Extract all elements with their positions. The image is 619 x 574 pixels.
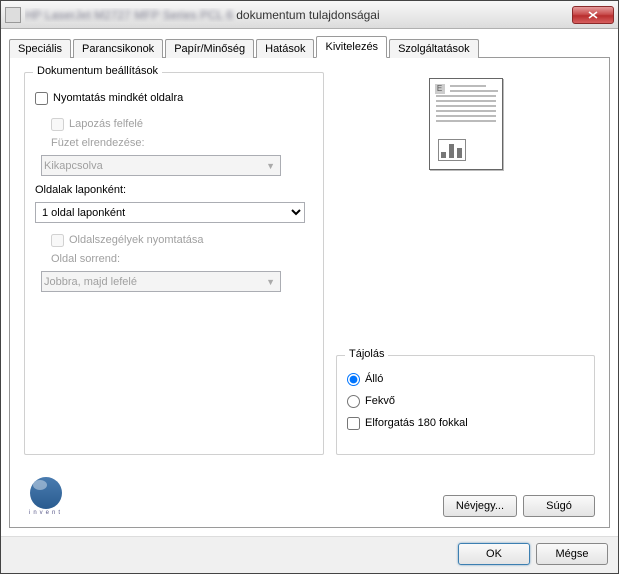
tab-effects[interactable]: Hatások (256, 39, 314, 58)
right-column: E (336, 72, 595, 455)
tab-panel-finishing: Dokumentum beállítások Nyomtatás mindkét… (9, 57, 610, 528)
preview-corner-icon: E (435, 84, 445, 94)
orientation-landscape-label: Fekvő (365, 395, 395, 407)
booklet-select: Kikapcsolva ▼ (41, 155, 281, 176)
panel-bottom-row: invent Névjegy... Súgó (24, 467, 595, 517)
flip-up-label: Lapozás felfelé (69, 118, 143, 130)
page-order-select: Jobbra, majd lefelé ▼ (41, 271, 281, 292)
print-both-sides-row: Nyomtatás mindkét oldalra (35, 89, 313, 107)
flip-up-row: Lapozás felfelé (35, 115, 313, 133)
tab-strip: Speciális Parancsikonok Papír/Minőség Ha… (9, 35, 610, 57)
ok-button[interactable]: OK (458, 543, 530, 565)
page-preview: E (429, 78, 503, 170)
print-borders-row: Oldalszegélyek nyomtatása (35, 231, 313, 249)
rotate180-row: Elforgatás 180 fokkal (347, 414, 584, 432)
booklet-label: Füzet elrendezése: (35, 137, 313, 153)
document-settings-title: Dokumentum beállítások (33, 65, 162, 77)
tab-special[interactable]: Speciális (9, 39, 71, 58)
chevron-down-icon: ▼ (266, 161, 278, 171)
orientation-group: Tájolás Álló Fekvő Elforgatás 180 fokkal (336, 355, 595, 455)
orientation-portrait-label: Álló (365, 373, 383, 385)
tab-finishing[interactable]: Kivitelezés (316, 36, 387, 58)
cancel-button[interactable]: Mégse (536, 543, 608, 565)
orientation-portrait-radio[interactable] (347, 373, 360, 386)
window-title: HP LaserJet M2727 MFP Series PCL 6 dokum… (25, 8, 572, 22)
tab-shortcuts[interactable]: Parancsikonok (73, 39, 163, 58)
print-both-sides-checkbox[interactable] (35, 92, 48, 105)
orientation-title: Tájolás (345, 348, 388, 360)
hp-logo-icon (30, 477, 62, 509)
print-borders-label: Oldalszegélyek nyomtatása (69, 234, 204, 246)
close-button[interactable] (572, 6, 614, 24)
print-borders-checkbox (51, 234, 64, 247)
printer-icon (5, 7, 21, 23)
tab-services[interactable]: Szolgáltatások (389, 39, 479, 58)
hp-logo-text: invent (29, 510, 63, 516)
pages-per-sheet-select[interactable]: 1 oldal laponként (35, 202, 305, 223)
dialog-button-row: OK Mégse (1, 536, 618, 573)
orientation-portrait-row: Álló (347, 370, 584, 388)
preview-chart-icon (438, 139, 466, 161)
rotate180-checkbox[interactable] (347, 417, 360, 430)
page-order-label: Oldal sorrend: (35, 253, 313, 269)
orientation-landscape-row: Fekvő (347, 392, 584, 410)
rotate180-label: Elforgatás 180 fokkal (365, 417, 468, 429)
print-both-sides-label: Nyomtatás mindkét oldalra (53, 92, 183, 104)
chevron-down-icon: ▼ (266, 277, 278, 287)
flip-up-checkbox (51, 118, 64, 131)
tab-paper-quality[interactable]: Papír/Minőség (165, 39, 254, 58)
pages-per-sheet-label: Oldalak laponként: (35, 184, 313, 200)
hp-logo: invent (24, 477, 68, 517)
help-button[interactable]: Súgó (523, 495, 595, 517)
page-preview-wrap: E (336, 72, 595, 351)
content-area: Speciális Parancsikonok Papír/Minőség Ha… (1, 29, 618, 536)
orientation-landscape-radio[interactable] (347, 395, 360, 408)
document-settings-group: Dokumentum beállítások Nyomtatás mindkét… (24, 72, 324, 455)
about-button[interactable]: Névjegy... (443, 495, 517, 517)
titlebar: HP LaserJet M2727 MFP Series PCL 6 dokum… (1, 1, 618, 29)
print-properties-dialog: HP LaserJet M2727 MFP Series PCL 6 dokum… (0, 0, 619, 574)
